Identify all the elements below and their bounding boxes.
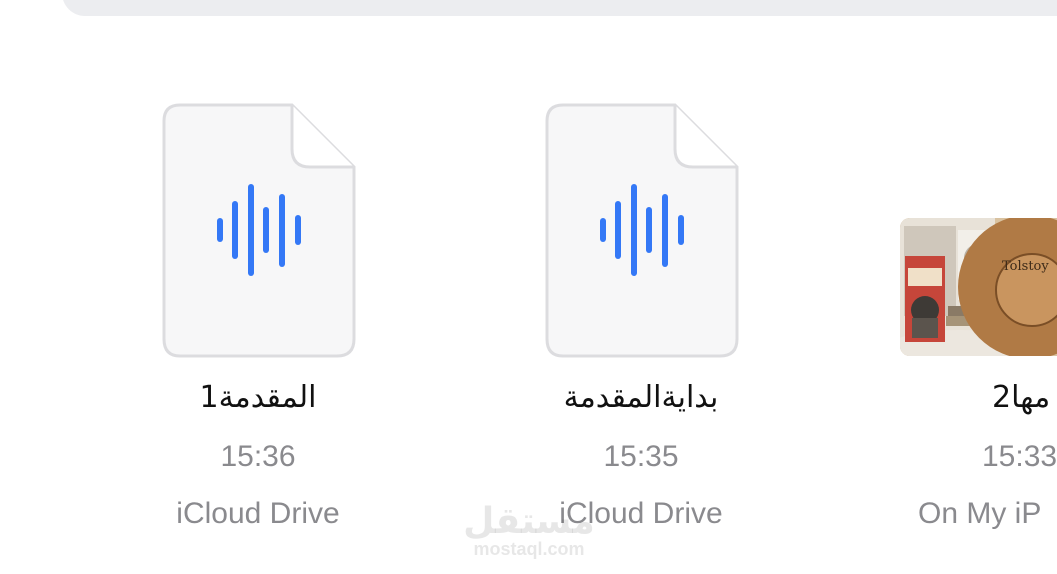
file-location: On My iP	[918, 497, 1042, 530]
file-item-2[interactable]: بدايةالمقدمة 15:35 iCloud Drive	[476, 0, 806, 574]
file-name: المقدمة1	[199, 380, 317, 415]
svg-text:Tolstoy: Tolstoy	[1002, 259, 1049, 274]
file-item-1[interactable]: المقدمة1 15:36 iCloud Drive	[93, 0, 423, 574]
audio-file-thumbnail	[162, 103, 356, 358]
book-cover-thumbnail: Tolstoy	[900, 218, 1057, 356]
file-location: iCloud Drive	[559, 497, 723, 530]
audio-file-thumbnail	[545, 103, 739, 358]
file-time: 15:36	[220, 440, 296, 473]
file-time: 15:35	[603, 440, 679, 473]
book-cover-photo: Tolstoy	[900, 218, 1057, 356]
file-location: iCloud Drive	[176, 497, 340, 530]
file-item-3[interactable]: Tolstoy مها2 15:33 On My iP	[900, 0, 1057, 574]
file-time: 15:33	[982, 440, 1057, 473]
file-name: بدايةالمقدمة	[563, 380, 719, 415]
file-name: مها2	[992, 380, 1051, 415]
